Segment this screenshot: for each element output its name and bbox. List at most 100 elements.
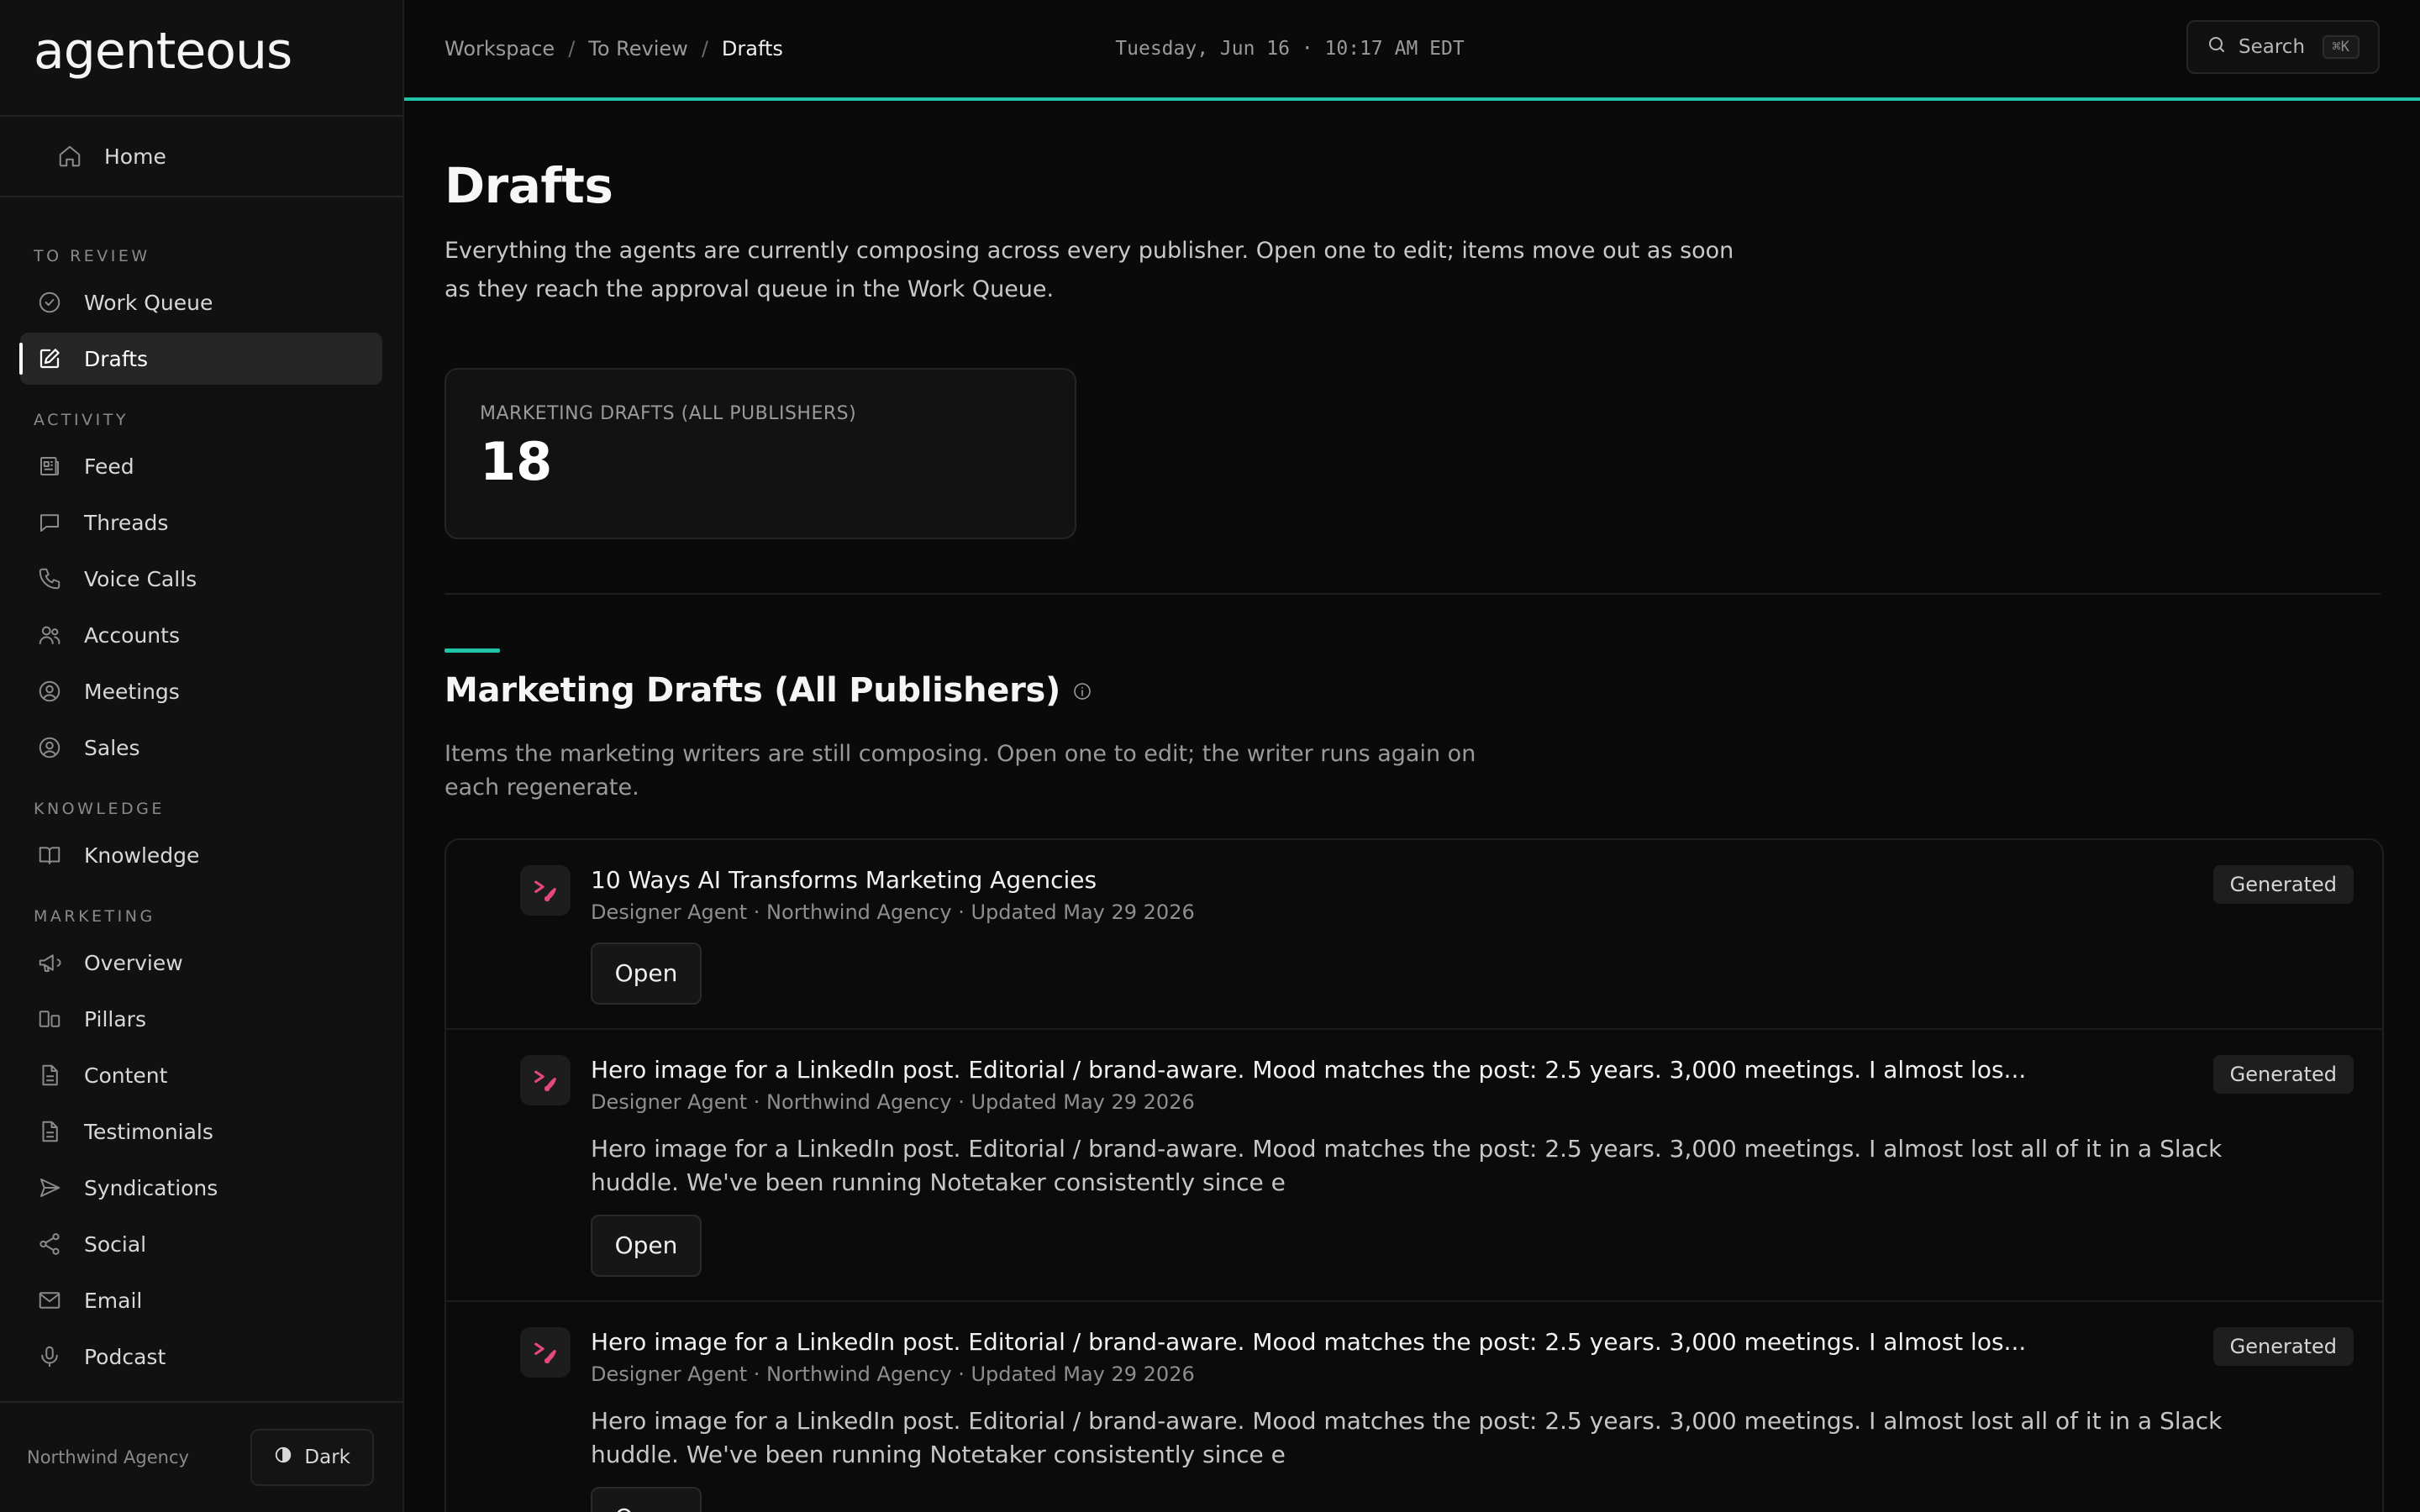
search-icon: [2207, 34, 2227, 60]
designer-agent-icon: [520, 864, 571, 916]
sidebar-item-drafts[interactable]: Drafts: [19, 333, 382, 385]
nav-section-label: KNOWLEDGE: [34, 800, 165, 818]
sidebar-footer: Northwind Agency Dark: [0, 1401, 402, 1512]
sidebar-item-content[interactable]: Content: [20, 1049, 382, 1101]
search-button[interactable]: Search ⌘K: [2186, 20, 2380, 74]
info-icon[interactable]: [1072, 671, 1092, 710]
mail-icon: [37, 1288, 62, 1313]
sidebar-item-label: Threads: [84, 510, 169, 535]
send-icon: [37, 1175, 62, 1200]
theme-toggle-label: Dark: [304, 1446, 350, 1468]
nav-section-marketing: MARKETING Overview Pillars Content Testimoni…: [0, 896, 402, 1383]
sidebar-item-label: Accounts: [84, 622, 180, 648]
sidebar-item-label: Podcast: [84, 1344, 166, 1369]
breadcrumb-to-review[interactable]: To Review: [588, 37, 688, 60]
document-icon: [37, 1063, 62, 1088]
sidebar-item-overview[interactable]: Overview: [20, 937, 382, 989]
section-divider: [445, 592, 2381, 595]
status-badge: Generated: [2212, 864, 2354, 904]
sidebar-item-label: Voice Calls: [84, 566, 197, 591]
sidebar-nav[interactable]: Home TO REVIEW Work Queue Drafts ACTIVITY Fe…: [0, 117, 402, 1401]
sidebar-item-label: Work Queue: [84, 290, 213, 315]
current-datetime: Tuesday, Jun 16 · 10:17 AM EDT: [1115, 38, 1465, 60]
book-icon: [37, 843, 62, 868]
chat-bubble-icon: [37, 510, 62, 535]
app-shell: agenteous Home TO REVIEW Work Queue Drafts…: [0, 0, 2420, 1512]
sidebar-item-sales[interactable]: Sales: [20, 722, 382, 774]
draft-item: Hero image for a LinkedIn post. Editoria…: [446, 1030, 2382, 1302]
sidebar-item-label: Email: [84, 1288, 143, 1313]
sidebar-item-meetings[interactable]: Meetings: [20, 665, 382, 717]
sidebar-item-label: Sales: [84, 735, 140, 760]
sidebar-item-email[interactable]: Email: [20, 1274, 382, 1326]
section-title-text: Marketing Drafts (All Publishers): [445, 670, 1060, 710]
nav-section-label: MARKETING: [34, 907, 155, 926]
sidebar-item-label: Social: [84, 1231, 147, 1257]
status-badge: Generated: [2212, 1054, 2354, 1094]
user-circle-icon: [37, 679, 62, 704]
columns-icon: [37, 1006, 62, 1032]
status-badge: Generated: [2212, 1326, 2354, 1366]
org-name: Northwind Agency: [27, 1447, 189, 1467]
draft-preview: Hero image for a LinkedIn post. Editoria…: [591, 1134, 2223, 1196]
search-shortcut: ⌘K: [2322, 35, 2360, 59]
sidebar-item-social[interactable]: Social: [20, 1218, 382, 1270]
sidebar-item-testimonials[interactable]: Testimonials: [20, 1105, 382, 1158]
stat-value: 18: [480, 430, 553, 492]
stat-label: MARKETING DRAFTS (ALL PUBLISHERS): [480, 402, 857, 424]
phone-icon: [37, 566, 62, 591]
sidebar-item-label: Overview: [84, 950, 183, 975]
sidebar-item-label: Testimonials: [84, 1119, 213, 1144]
section-accent-bar: [445, 648, 500, 653]
designer-agent-icon: [520, 1054, 571, 1105]
draft-meta: Designer Agent · Northwind Agency · Upda…: [591, 1089, 1195, 1114]
section-description: Items the marketing writers are still co…: [445, 740, 1476, 801]
main-panel: Workspace / To Review / Drafts Tuesday, …: [404, 0, 2420, 1512]
sidebar-item-pillars[interactable]: Pillars: [20, 993, 382, 1045]
sidebar-item-label: Home: [104, 144, 166, 169]
sidebar-item-home[interactable]: Home: [40, 130, 362, 182]
page-title: Drafts: [445, 157, 613, 214]
open-draft-button[interactable]: Open: [591, 1486, 702, 1512]
sidebar: agenteous Home TO REVIEW Work Queue Drafts…: [0, 0, 404, 1512]
sidebar-item-accounts[interactable]: Accounts: [20, 609, 382, 661]
breadcrumb: Workspace / To Review / Drafts: [445, 37, 783, 60]
home-icon: [57, 144, 82, 169]
sidebar-item-syndications[interactable]: Syndications: [20, 1162, 382, 1214]
sidebar-item-knowledge[interactable]: Knowledge: [20, 829, 382, 881]
sidebar-item-work-queue[interactable]: Work Queue: [20, 276, 382, 328]
open-draft-button[interactable]: Open: [591, 1214, 702, 1277]
sidebar-item-label: Meetings: [84, 679, 180, 704]
edit-icon: [37, 346, 62, 371]
sidebar-item-label: Syndications: [84, 1175, 218, 1200]
sidebar-item-label: Content: [84, 1063, 168, 1088]
theme-toggle-button[interactable]: Dark: [250, 1429, 374, 1486]
breadcrumb-separator: /: [568, 37, 576, 60]
app-logo[interactable]: agenteous: [0, 0, 402, 117]
page-description: Everything the agents are currently comp…: [445, 237, 1734, 302]
sidebar-item-feed[interactable]: Feed: [20, 440, 382, 492]
sidebar-item-voice-calls[interactable]: Voice Calls: [20, 553, 382, 605]
breadcrumb-workspace[interactable]: Workspace: [445, 37, 555, 60]
sidebar-item-threads[interactable]: Threads: [20, 496, 382, 549]
draft-title[interactable]: Hero image for a LinkedIn post. Editoria…: [591, 1326, 2382, 1359]
open-draft-button[interactable]: Open: [591, 942, 702, 1005]
check-circle-icon: [37, 290, 62, 315]
nav-section-to-review: TO REVIEW Work Queue Drafts: [0, 236, 402, 385]
nav-section-knowledge: KNOWLEDGE Knowledge: [0, 789, 402, 881]
user-circle-icon: [37, 735, 62, 760]
sidebar-item-label: Pillars: [84, 1006, 146, 1032]
draft-item: Hero image for a LinkedIn post. Editoria…: [446, 1302, 2382, 1512]
sidebar-item-podcast[interactable]: Podcast: [20, 1331, 382, 1383]
page-content: Drafts Everything the agents are current…: [404, 157, 2420, 1512]
nav-section-label: ACTIVITY: [34, 411, 129, 429]
draft-title[interactable]: 10 Ways AI Transforms Marketing Agencies: [591, 864, 2382, 897]
draft-preview: Hero image for a LinkedIn post. Editoria…: [591, 1406, 2223, 1468]
document-icon: [37, 1119, 62, 1144]
search-label: Search: [2238, 36, 2306, 58]
users-icon: [37, 622, 62, 648]
mic-icon: [37, 1344, 62, 1369]
stat-card: MARKETING DRAFTS (ALL PUBLISHERS) 18: [445, 367, 1076, 539]
drafts-list: 10 Ways AI Transforms Marketing Agencies…: [445, 837, 2384, 1512]
draft-title[interactable]: Hero image for a LinkedIn post. Editoria…: [591, 1053, 2382, 1087]
